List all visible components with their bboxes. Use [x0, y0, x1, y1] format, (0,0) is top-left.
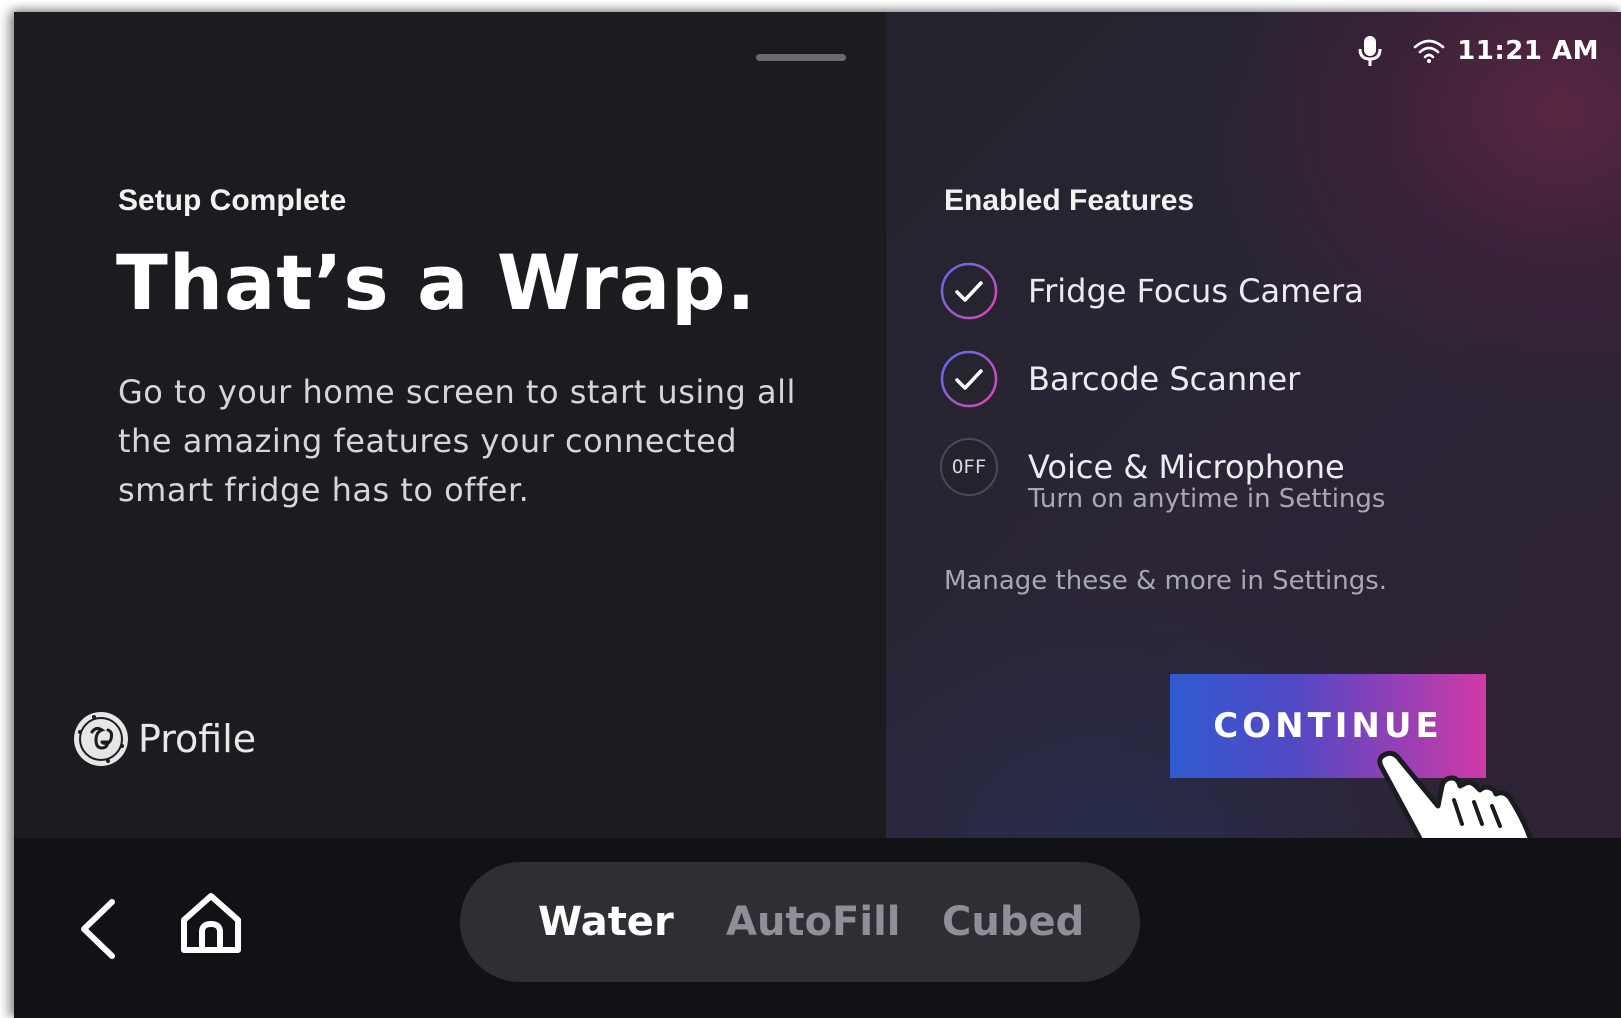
- feature-name: Barcode Scanner: [1028, 360, 1301, 398]
- check-icon: [940, 350, 998, 408]
- feature-voice-microphone[interactable]: OFF Voice & Microphone Turn on anytime i…: [940, 438, 1385, 514]
- off-badge-label: OFF: [951, 456, 987, 478]
- check-icon: [940, 262, 998, 320]
- feature-name: Fridge Focus Camera: [1028, 272, 1364, 310]
- bottom-nav-bar: Water AutoFill Cubed: [14, 838, 1621, 1018]
- back-chevron-icon[interactable]: [74, 896, 122, 962]
- fridge-screen: Setup Complete That’s a Wrap. Go to your…: [14, 12, 1621, 1018]
- off-badge: OFF: [940, 438, 998, 496]
- features-heading: Enabled Features: [944, 184, 1195, 217]
- left-panel: Setup Complete That’s a Wrap. Go to your…: [14, 12, 886, 838]
- wifi-icon[interactable]: [1413, 38, 1445, 64]
- page-description: Go to your home screen to start using al…: [118, 373, 796, 509]
- mode-cubed[interactable]: Cubed: [942, 899, 1084, 945]
- brand: Profile: [72, 710, 256, 768]
- microphone-icon[interactable]: [1357, 34, 1383, 68]
- home-icon[interactable]: [178, 890, 244, 956]
- feature-barcode-scanner[interactable]: Barcode Scanner: [940, 350, 1300, 408]
- page-title: That’s a Wrap.: [116, 238, 757, 327]
- status-bar: 11:21 AM: [1357, 34, 1599, 68]
- drag-handle[interactable]: [756, 54, 846, 61]
- mode-water[interactable]: Water: [538, 899, 674, 945]
- clock: 11:21 AM: [1457, 36, 1599, 66]
- mode-autofill[interactable]: AutoFill: [726, 899, 901, 945]
- setup-label: Setup Complete: [118, 184, 347, 217]
- manage-settings-note: Manage these & more in Settings.: [944, 566, 1388, 596]
- feature-fridge-focus-camera[interactable]: Fridge Focus Camera: [940, 262, 1364, 320]
- brand-name: Profile: [138, 717, 257, 761]
- ge-logo-icon: [74, 712, 128, 766]
- feature-subtext: Turn on anytime in Settings: [1028, 484, 1386, 514]
- dispenser-mode-selector: Water AutoFill Cubed: [460, 862, 1140, 982]
